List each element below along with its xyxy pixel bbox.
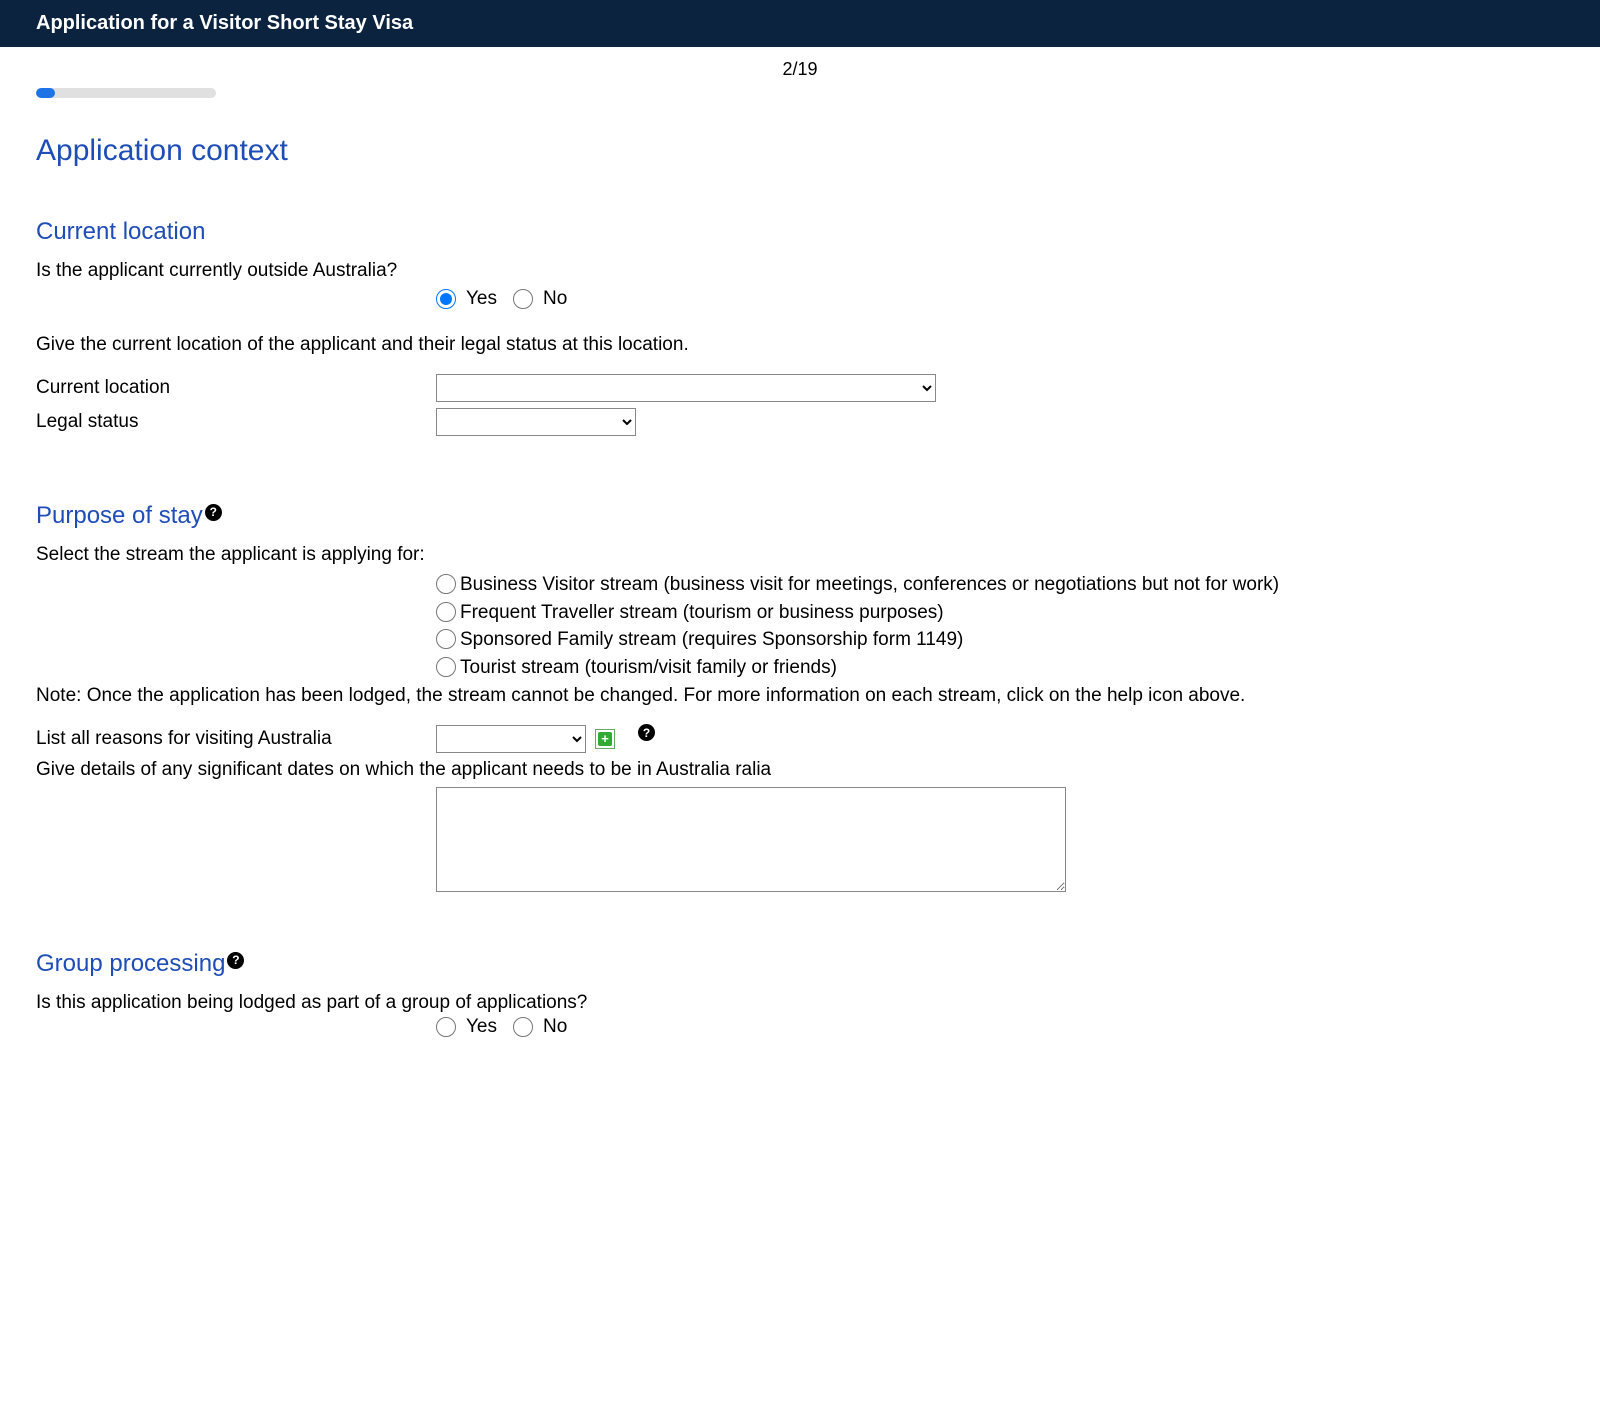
label-reasons: List all reasons for visiting Australia bbox=[36, 728, 436, 750]
app-title: Application for a Visitor Short Stay Vis… bbox=[36, 12, 413, 34]
progress-container bbox=[36, 88, 216, 98]
instruction-current-location: Give the current location of the applica… bbox=[36, 334, 1564, 356]
section-current-location-title: Current location bbox=[36, 218, 205, 246]
radio-group-yes-label: Yes bbox=[466, 1016, 497, 1038]
question-group: Is this application being lodged as part… bbox=[36, 992, 1564, 1014]
radio-stream-tourist-label: Tourist stream (tourism/visit family or … bbox=[460, 655, 837, 681]
label-significant-dates: Give details of any significant dates on… bbox=[36, 759, 1564, 781]
progress-bar bbox=[36, 88, 216, 98]
help-icon[interactable]: ? bbox=[227, 952, 244, 969]
radio-group-outside-australia: Yes No bbox=[436, 288, 1564, 310]
radio-stream-frequent[interactable] bbox=[436, 602, 456, 622]
radio-outside-no[interactable] bbox=[513, 289, 533, 309]
radio-stream-business-label: Business Visitor stream (business visit … bbox=[460, 572, 1279, 598]
add-reason-button[interactable]: + bbox=[595, 729, 615, 749]
select-legal-status[interactable] bbox=[436, 408, 636, 436]
app-header: Application for a Visitor Short Stay Vis… bbox=[0, 0, 1600, 47]
question-outside-australia: Is the applicant currently outside Austr… bbox=[36, 260, 1564, 282]
progress-fill bbox=[36, 88, 55, 98]
textarea-significant-dates[interactable] bbox=[436, 787, 1066, 892]
radio-stream-sponsored-label: Sponsored Family stream (requires Sponso… bbox=[460, 627, 963, 653]
radio-group-no[interactable] bbox=[513, 1017, 533, 1037]
radio-group-yes[interactable] bbox=[436, 1017, 456, 1037]
label-select-stream: Select the stream the applicant is apply… bbox=[36, 544, 1564, 566]
select-current-location[interactable] bbox=[436, 374, 936, 402]
note-stream: Note: Once the application has been lodg… bbox=[36, 683, 1564, 709]
radio-group-no-label: No bbox=[543, 1016, 567, 1038]
select-reason[interactable] bbox=[436, 725, 586, 753]
plus-icon: + bbox=[598, 732, 612, 746]
radio-outside-yes[interactable] bbox=[436, 289, 456, 309]
radio-stream-tourist[interactable] bbox=[436, 657, 456, 677]
section-group-title: Group processing bbox=[36, 950, 225, 978]
radio-stream-frequent-label: Frequent Traveller stream (tourism or bu… bbox=[460, 600, 944, 626]
help-icon[interactable]: ? bbox=[638, 724, 655, 741]
radio-outside-yes-label: Yes bbox=[466, 288, 497, 310]
help-icon[interactable]: ? bbox=[205, 504, 222, 521]
radio-stream-business[interactable] bbox=[436, 574, 456, 594]
section-application-context-title: Application context bbox=[36, 134, 1564, 168]
stream-options: Business Visitor stream (business visit … bbox=[436, 572, 1564, 681]
label-legal-status: Legal status bbox=[36, 411, 436, 433]
radio-stream-sponsored[interactable] bbox=[436, 629, 456, 649]
radio-group-group: Yes No bbox=[436, 1016, 1564, 1038]
section-purpose-title: Purpose of stay bbox=[36, 502, 203, 530]
label-current-location: Current location bbox=[36, 377, 436, 399]
page-indicator: 2/19 bbox=[0, 59, 1600, 80]
radio-outside-no-label: No bbox=[543, 288, 567, 310]
